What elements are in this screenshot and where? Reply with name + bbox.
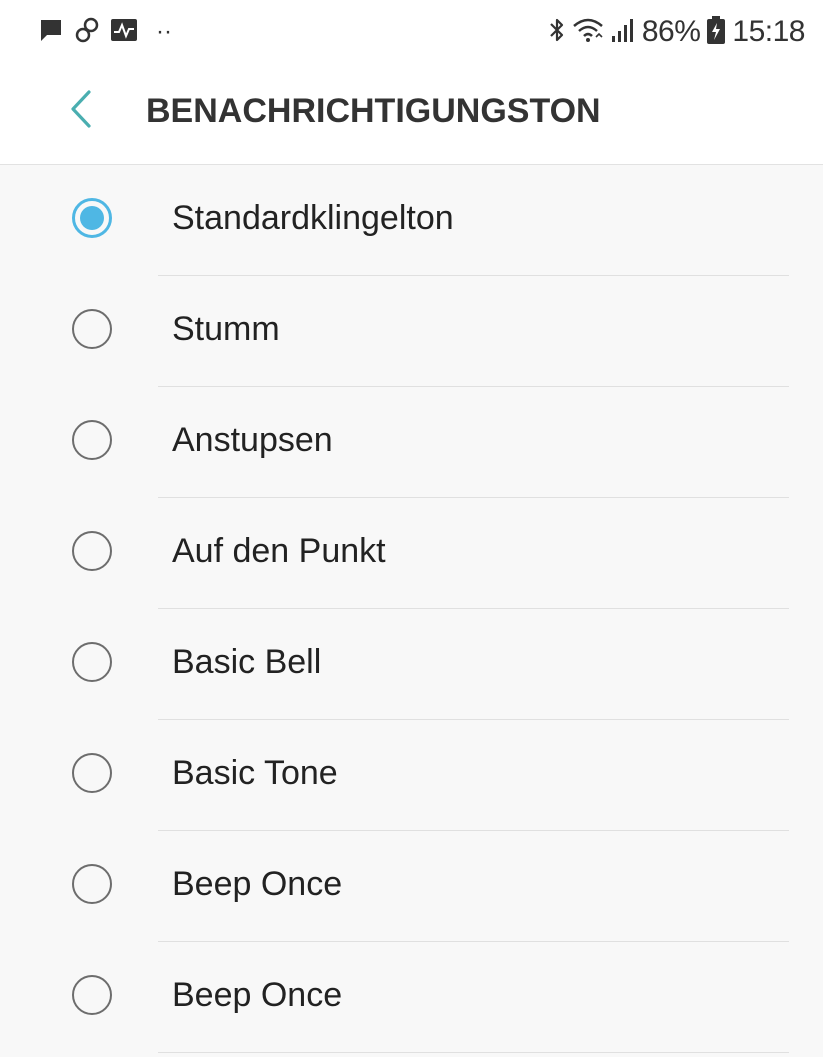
list-item[interactable]: Stumm xyxy=(0,276,823,387)
item-label: Standardklingelton xyxy=(172,199,454,237)
battery-percent: 86% xyxy=(641,15,701,48)
status-bar: ·· 86% 15:18 xyxy=(0,0,823,62)
item-label: Stumm xyxy=(172,310,280,348)
battery-icon xyxy=(706,15,726,50)
item-label: Beep Once xyxy=(172,865,343,903)
activity-icon xyxy=(110,17,138,48)
chevron-left-icon xyxy=(67,89,95,134)
link-icon xyxy=(74,16,100,49)
ringtone-list: Standardklingelton Stumm Anstupsen Auf d… xyxy=(0,165,823,1053)
status-right: 86% 15:18 xyxy=(548,12,805,52)
wifi-icon xyxy=(572,16,604,49)
message-icon xyxy=(38,17,64,48)
bluetooth-icon xyxy=(548,16,566,49)
list-item[interactable]: Beep Once xyxy=(0,831,823,942)
radio-button[interactable] xyxy=(72,420,112,460)
item-label: Beep Once xyxy=(172,976,343,1014)
clock: 15:18 xyxy=(732,15,805,48)
list-item[interactable]: Beep Once xyxy=(0,942,823,1053)
item-label: Anstupsen xyxy=(172,421,333,459)
status-left: ·· xyxy=(38,14,172,50)
more-dots-icon: ·· xyxy=(156,18,172,45)
list-item[interactable]: Basic Tone xyxy=(0,720,823,831)
list-item[interactable]: Auf den Punkt xyxy=(0,498,823,609)
list-item[interactable]: Anstupsen xyxy=(0,387,823,498)
list-item[interactable]: Basic Bell xyxy=(0,609,823,720)
divider xyxy=(158,1052,789,1053)
radio-button[interactable] xyxy=(72,975,112,1015)
item-label: Basic Bell xyxy=(172,643,322,681)
radio-button[interactable] xyxy=(72,531,112,571)
item-label: Basic Tone xyxy=(172,754,338,792)
radio-button[interactable] xyxy=(72,198,112,238)
radio-button[interactable] xyxy=(72,753,112,793)
item-label: Auf den Punkt xyxy=(172,532,386,570)
app-bar: BENACHRICHTIGUNGSTON xyxy=(0,62,823,165)
list-item[interactable]: Standardklingelton xyxy=(0,165,823,276)
radio-selected-dot xyxy=(80,206,104,230)
radio-button[interactable] xyxy=(72,864,112,904)
page-title: BENACHRICHTIGUNGSTON xyxy=(146,92,601,130)
back-button[interactable] xyxy=(58,88,104,134)
screen: ·· 86% 15:18 BENACHRICHTIGUNGSTON Standa… xyxy=(0,0,823,1057)
signal-icon xyxy=(610,16,636,49)
radio-button[interactable] xyxy=(72,642,112,682)
radio-button[interactable] xyxy=(72,309,112,349)
